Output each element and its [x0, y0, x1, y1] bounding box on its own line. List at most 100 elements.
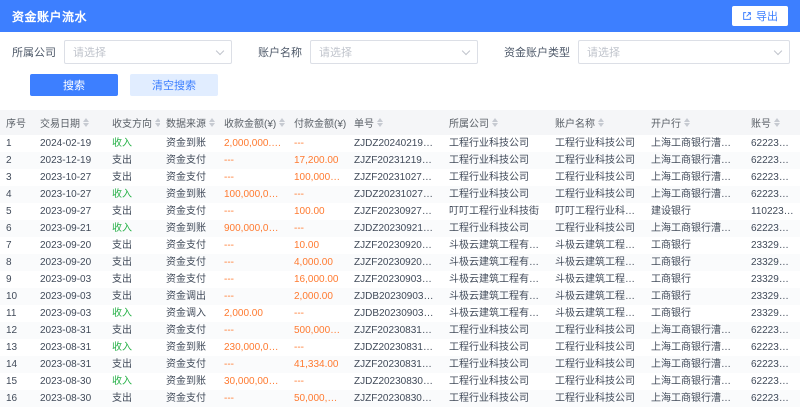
company-filter-label: 所属公司 — [12, 44, 56, 60]
cell-seq: 7 — [0, 237, 34, 254]
table-row: 122023-08-31支出资金支付---500,000,000.00ZJZF2… — [0, 322, 800, 339]
cell-direction: 支出 — [106, 254, 160, 271]
cell-payment-amount: 4,000.00 — [288, 254, 348, 271]
cell-account-no: 622230111 — [745, 339, 800, 356]
sort-icon[interactable] — [774, 118, 780, 127]
cell-account-no: 622230111 — [745, 169, 800, 186]
cell-account-name: 工程行业科技公司 — [549, 220, 645, 237]
cell-bank: 工商银行 — [645, 305, 745, 322]
cell-direction: 支出 — [106, 169, 160, 186]
cell-company: 斗极云建筑工程有限公司 — [443, 305, 549, 322]
cell-direction: 支出 — [106, 288, 160, 305]
cell-date: 2023-09-03 — [34, 288, 106, 305]
export-icon — [742, 11, 752, 21]
table-row: 32023-10-27支出资金支付---100,000,000.00ZJZF20… — [0, 169, 800, 186]
cell-source: 资金到账 — [160, 220, 218, 237]
sort-icon[interactable] — [209, 118, 215, 127]
account-name-filter-label: 账户名称 — [258, 44, 302, 60]
cell-direction: 收入 — [106, 373, 160, 390]
cell-date: 2023-10-27 — [34, 169, 106, 186]
cell-account-name: 斗极云建筑工程有限公司 — [549, 271, 645, 288]
cell-bank: 上海工商银行漕河泾支行 — [645, 373, 745, 390]
account-name-select[interactable]: 请选择 — [310, 40, 478, 64]
column-label: 开户行 — [651, 115, 681, 130]
cell-date: 2023-08-30 — [34, 373, 106, 390]
cell-account-name: 斗极云建筑工程有限公司 — [549, 237, 645, 254]
table-header-row: 序号交易日期 收支方向数据来源收款金额(¥) 付款金额(¥)单号所属公司 账户名称开户… — [0, 110, 800, 135]
cell-receipt-amount: --- — [218, 356, 288, 373]
search-button[interactable]: 搜索 — [30, 74, 118, 96]
cell-direction: 收入 — [106, 220, 160, 237]
cell-source: 资金支付 — [160, 169, 218, 186]
cell-order-no: ZJDZ20231027001 — [348, 186, 443, 203]
table-row: 72023-09-20支出资金支付---10.00ZJZF20230920002… — [0, 237, 800, 254]
column-header-payment-amount[interactable]: 付款金额(¥) — [288, 110, 348, 135]
cell-account-name: 工程行业科技公司 — [549, 186, 645, 203]
sort-icon[interactable] — [279, 118, 285, 127]
cell-company: 叮叮工程行业科技街 — [443, 203, 549, 220]
cell-order-no: ZJZF20230830002 — [348, 390, 443, 407]
cell-payment-amount: 41,334.00 — [288, 356, 348, 373]
cell-receipt-amount: 2,000.00 — [218, 305, 288, 322]
cell-order-no: ZJZF20230920002 — [348, 237, 443, 254]
cell-account-name: 工程行业科技公司 — [549, 322, 645, 339]
cell-account-no: 233294990 — [745, 288, 800, 305]
column-label: 所属公司 — [449, 115, 489, 130]
filter-account-type: 资金账户类型 请选择 — [504, 40, 790, 64]
account-type-select[interactable]: 请选择 — [578, 40, 790, 64]
cell-account-name: 工程行业科技公司 — [549, 135, 645, 152]
sort-icon[interactable] — [684, 118, 690, 127]
column-header-bank[interactable]: 开户行 — [645, 110, 745, 135]
cell-direction: 收入 — [106, 186, 160, 203]
cell-company: 工程行业科技公司 — [443, 373, 549, 390]
cell-direction: 收入 — [106, 339, 160, 356]
chevron-down-icon — [462, 46, 470, 54]
column-header-date[interactable]: 交易日期 — [34, 110, 106, 135]
cell-order-no: ZJDZ20230921001 — [348, 220, 443, 237]
cell-company: 工程行业科技公司 — [443, 390, 549, 407]
cell-payment-amount: 100,000,000.00 — [288, 169, 348, 186]
cell-account-name: 叮叮工程行业科技街 — [549, 203, 645, 220]
cell-seq: 6 — [0, 220, 34, 237]
sort-icon[interactable] — [598, 118, 604, 127]
cell-order-no: ZJDZ20230831001 — [348, 339, 443, 356]
sort-icon[interactable] — [155, 118, 160, 127]
column-header-company[interactable]: 所属公司 — [443, 110, 549, 135]
export-button[interactable]: 导出 — [732, 6, 788, 26]
column-label: 序号 — [6, 115, 26, 130]
cell-payment-amount: --- — [288, 305, 348, 322]
chevron-down-icon — [216, 46, 224, 54]
cell-date: 2023-08-31 — [34, 339, 106, 356]
cell-account-no: 622230111 — [745, 186, 800, 203]
filter-account-name: 账户名称 请选择 — [258, 40, 478, 64]
column-header-account-no[interactable]: 账号 — [745, 110, 800, 135]
cell-date: 2023-09-27 — [34, 203, 106, 220]
cell-account-no: 233294990 — [745, 305, 800, 322]
cell-receipt-amount: --- — [218, 390, 288, 407]
column-label: 交易日期 — [40, 115, 80, 130]
column-header-receipt-amount[interactable]: 收款金额(¥) — [218, 110, 288, 135]
column-header-order-no[interactable]: 单号 — [348, 110, 443, 135]
cell-account-no: 622230111 — [745, 220, 800, 237]
cell-seq: 3 — [0, 169, 34, 186]
clear-search-button[interactable]: 清空搜索 — [130, 74, 218, 96]
cell-date: 2023-09-20 — [34, 254, 106, 271]
sort-icon[interactable] — [492, 118, 498, 127]
cell-payment-amount: 16,000.00 — [288, 271, 348, 288]
cell-date: 2023-08-31 — [34, 356, 106, 373]
cell-bank: 上海工商银行漕河泾支行 — [645, 322, 745, 339]
company-select[interactable]: 请选择 — [64, 40, 232, 64]
column-label: 收款金额(¥) — [224, 115, 276, 130]
table-row: 132023-08-31收入资金到账230,000,000.00---ZJDZ2… — [0, 339, 800, 356]
cell-payment-amount: --- — [288, 220, 348, 237]
cell-receipt-amount: 30,000,000.00 — [218, 373, 288, 390]
sort-icon[interactable] — [83, 118, 89, 127]
cell-company: 斗极云建筑工程有限公司 — [443, 254, 549, 271]
cell-receipt-amount: --- — [218, 271, 288, 288]
column-header-source[interactable]: 数据来源 — [160, 110, 218, 135]
column-header-account-name[interactable]: 账户名称 — [549, 110, 645, 135]
cell-receipt-amount: --- — [218, 288, 288, 305]
column-header-direction[interactable]: 收支方向 — [106, 110, 160, 135]
sort-icon[interactable] — [377, 118, 383, 127]
cell-bank: 上海工商银行漕河泾支行 — [645, 152, 745, 169]
